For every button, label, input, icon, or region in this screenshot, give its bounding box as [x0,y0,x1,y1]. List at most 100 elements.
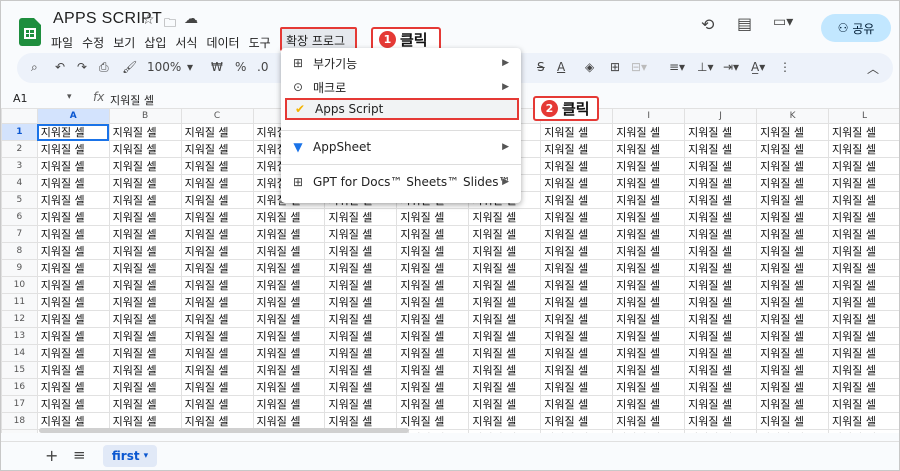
menu-item-macros[interactable]: ⊙ 매크로 ▶ [281,76,521,98]
cell[interactable]: 지워질 셀 [252,395,326,414]
cell[interactable]: 지워질 셀 [36,310,110,329]
cell[interactable]: 지워질 셀 [324,327,398,346]
cell[interactable]: 지워질 셀 [684,310,758,329]
cell[interactable]: 지워질 셀 [684,361,758,380]
all-sheets-icon[interactable]: ≡ [73,446,86,464]
cell[interactable]: 지워질 셀 [540,191,614,210]
cell[interactable]: 지워질 셀 [324,259,398,278]
cell[interactable]: 지워질 셀 [108,208,182,227]
cell[interactable]: 지워질 셀 [612,361,686,380]
cell[interactable]: 지워질 셀 [36,361,110,380]
collapse-toolbar-icon[interactable]: ︿ [867,60,879,77]
cell[interactable]: 지워질 셀 [756,344,830,363]
menu-tools[interactable]: 도구 [249,34,271,54]
cell[interactable]: 지워질 셀 [468,225,542,244]
cell[interactable]: 지워질 셀 [396,293,470,312]
column-header[interactable]: I [612,108,686,125]
row-header[interactable]: 3 [1,157,38,176]
cell[interactable]: 지워질 셀 [540,174,614,193]
cell[interactable]: 지워질 셀 [108,174,182,193]
cell[interactable]: 지워질 셀 [396,395,470,414]
cell[interactable]: 지워질 셀 [252,327,326,346]
cell[interactable]: 지워질 셀 [36,327,110,346]
cell[interactable]: 지워질 셀 [468,327,542,346]
cell[interactable]: 지워질 셀 [540,412,614,431]
column-header[interactable]: A [36,108,110,125]
row-header[interactable]: 13 [1,327,38,346]
cell[interactable]: 지워질 셀 [36,293,110,312]
row-header[interactable]: 14 [1,344,38,363]
cell[interactable]: 지워질 셀 [828,242,899,261]
meet-icon[interactable]: ▭▾ [773,14,793,30]
cell[interactable]: 지워질 셀 [756,361,830,380]
cell[interactable]: 지워질 셀 [612,225,686,244]
menu-item-apps-script[interactable]: ✔ Apps Script [285,98,519,120]
cell[interactable]: 지워질 셀 [684,174,758,193]
cell[interactable]: 지워질 셀 [540,429,614,433]
cell[interactable]: 지워질 셀 [396,412,470,431]
wrap-icon[interactable]: ⇥▾ [723,60,739,74]
cell[interactable]: 지워질 셀 [252,225,326,244]
cell[interactable]: 지워질 셀 [612,327,686,346]
menu-item-appsheet[interactable]: ▼ AppSheet ▶ [281,136,521,158]
cell[interactable]: 지워질 셀 [540,395,614,414]
cell[interactable]: 지워질 셀 [612,208,686,227]
cell[interactable]: 지워질 셀 [540,293,614,312]
cell[interactable]: 지워질 셀 [108,344,182,363]
cell[interactable]: 지워질 셀 [828,208,899,227]
cell[interactable]: 지워질 셀 [36,191,110,210]
menu-insert[interactable]: 삽입 [144,34,166,54]
cell[interactable]: 지워질 셀 [324,378,398,397]
cell[interactable]: 지워질 셀 [36,395,110,414]
cell[interactable]: 지워질 셀 [684,259,758,278]
cell[interactable]: 지워질 셀 [756,208,830,227]
cell[interactable]: 지워질 셀 [684,344,758,363]
fill-color-icon[interactable]: ◈ [585,60,594,74]
cell[interactable]: 지워질 셀 [108,378,182,397]
cell[interactable]: 지워질 셀 [756,276,830,295]
star-icon[interactable]: ☆ [142,12,155,28]
cell[interactable]: 지워질 셀 [684,208,758,227]
cell[interactable]: 지워질 셀 [108,123,182,142]
cell[interactable]: 지워질 셀 [252,344,326,363]
column-header[interactable]: C [180,108,254,125]
cell[interactable]: 지워질 셀 [756,378,830,397]
cell[interactable]: 지워질 셀 [468,344,542,363]
cell[interactable]: 지워질 셀 [324,310,398,329]
cell[interactable]: 지워질 셀 [36,157,110,176]
cell[interactable]: 지워질 셀 [252,242,326,261]
cell[interactable]: 지워질 셀 [252,208,326,227]
cell[interactable]: 지워질 셀 [180,395,254,414]
percent-format[interactable]: % [235,60,246,74]
rotate-icon[interactable]: A̲▾ [751,60,765,74]
cell[interactable]: 지워질 셀 [612,412,686,431]
cell[interactable]: 지워질 셀 [828,293,899,312]
cell[interactable]: 지워질 셀 [108,395,182,414]
cell[interactable]: 지워질 셀 [612,123,686,142]
cell[interactable]: 지워질 셀 [108,361,182,380]
valign-icon[interactable]: ⊥▾ [697,60,713,74]
cell[interactable]: 지워질 셀 [468,208,542,227]
menu-view[interactable]: 보기 [113,34,135,54]
menu-file[interactable]: 파일 [51,34,73,54]
formula-input[interactable]: 지워질 셀 [110,92,154,108]
cell[interactable]: 지워질 셀 [468,378,542,397]
currency-format[interactable]: ₩ [211,60,223,74]
cell[interactable]: 지워질 셀 [828,123,899,142]
cell[interactable]: 지워질 셀 [612,310,686,329]
cell[interactable]: 지워질 셀 [612,157,686,176]
cell[interactable]: 지워질 셀 [756,327,830,346]
cell[interactable]: 지워질 셀 [108,310,182,329]
borders-icon[interactable]: ⊞ [610,60,620,74]
cell[interactable]: 지워질 셀 [612,395,686,414]
print-icon[interactable]: ⎙ [99,60,109,75]
cell[interactable]: 지워질 셀 [180,140,254,159]
cell[interactable]: 지워질 셀 [684,429,758,433]
cell[interactable]: 지워질 셀 [180,174,254,193]
cell[interactable]: 지워질 셀 [684,140,758,159]
cell[interactable]: 지워질 셀 [828,310,899,329]
horizontal-scrollbar[interactable] [39,428,409,433]
cell[interactable]: 지워질 셀 [612,276,686,295]
cell[interactable]: 지워질 셀 [540,157,614,176]
row-header[interactable]: 10 [1,276,38,295]
